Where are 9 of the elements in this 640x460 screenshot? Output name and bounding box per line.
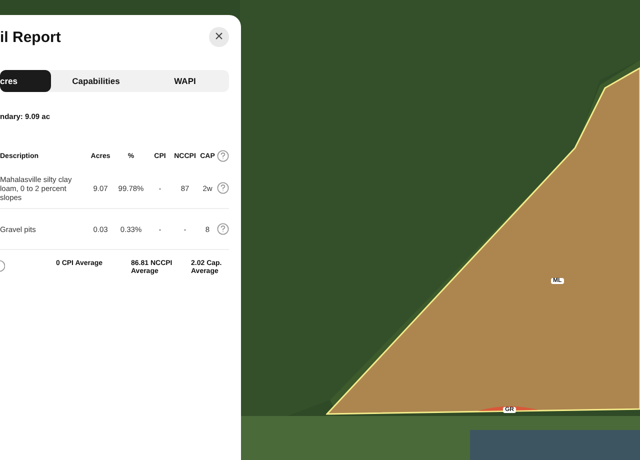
tab[interactable]: WAPI [141,70,229,92]
tab[interactable]: Capabilities [51,70,141,92]
close-button[interactable]: × [209,27,229,47]
help-icon[interactable] [217,150,229,162]
help-icon[interactable] [217,182,229,194]
help-icon[interactable] [0,260,5,272]
panel-title: il Report [0,28,61,46]
help-icon[interactable] [217,223,229,235]
tab[interactable]: cres [0,70,51,92]
